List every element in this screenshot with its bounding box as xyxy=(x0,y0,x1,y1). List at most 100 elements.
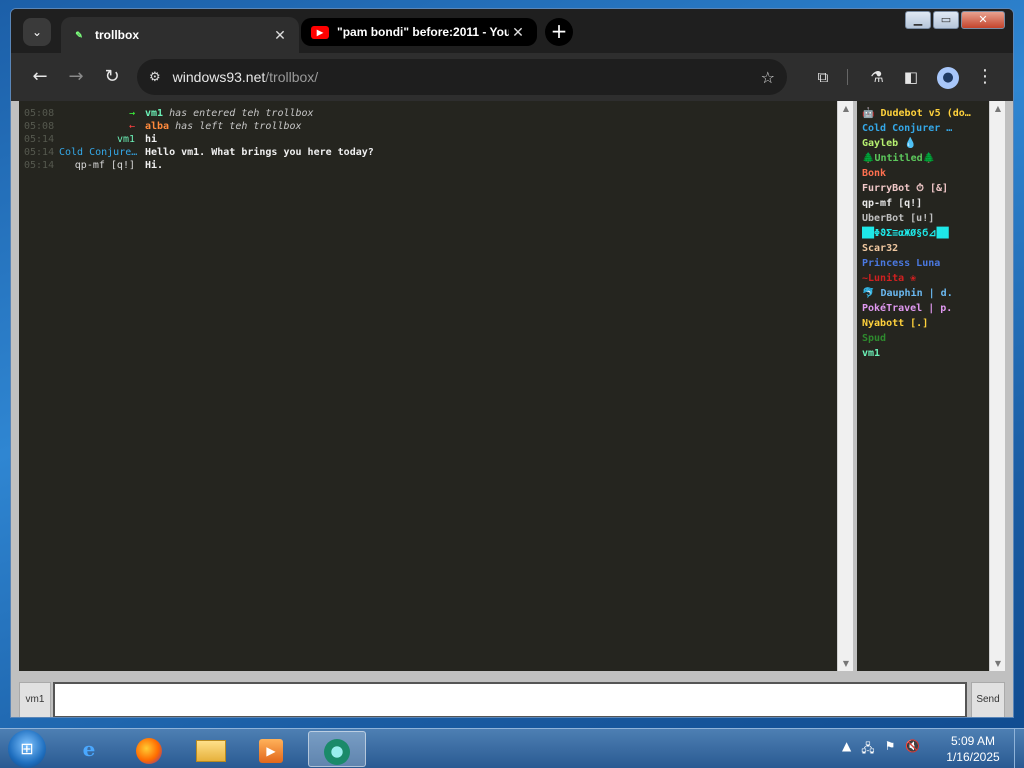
toolbar-divider xyxy=(847,69,848,85)
user-list-item[interactable]: PokéTravel | p. xyxy=(862,301,989,316)
labs-flask-icon[interactable]: ⚗ xyxy=(867,67,887,87)
send-button[interactable]: Send xyxy=(971,682,1005,717)
scroll-down-icon[interactable]: ▼ xyxy=(990,659,1006,668)
profile-avatar-icon[interactable]: ● xyxy=(937,67,959,89)
user-list-item[interactable]: ~Lunita ❀ xyxy=(862,271,989,286)
user-list-item[interactable]: qp-mf [q!] xyxy=(862,196,989,211)
minimize-button[interactable]: ▁ xyxy=(905,11,931,29)
firefox-icon[interactable] xyxy=(122,731,176,767)
tab-title: trollbox xyxy=(95,28,139,42)
address-bar[interactable]: ⚙ windows93.net/trollbox/ ☆ xyxy=(137,59,787,95)
message-nick[interactable]: qp-mf [q!] xyxy=(59,159,145,172)
internet-explorer-icon[interactable]: e xyxy=(62,731,116,767)
maximize-button[interactable]: ▭ xyxy=(933,11,959,29)
message-text: Hi. xyxy=(145,159,163,172)
start-button[interactable]: ⊞ xyxy=(8,730,46,768)
tab-search-button[interactable]: ⌄ xyxy=(23,18,51,46)
taskbar-clock[interactable]: 5:09 AM 1/16/2025 xyxy=(940,733,1006,765)
scroll-up-icon[interactable]: ▲ xyxy=(990,104,1006,113)
url-host: windows93.net xyxy=(172,69,266,85)
user-list-item[interactable]: Cold Conjurer … xyxy=(862,121,989,136)
message-text: vm1 has entered teh trollbox xyxy=(145,107,314,120)
tab-title: "pam bondi" before:2011 - You xyxy=(337,25,509,39)
clock-date: 1/16/2025 xyxy=(946,750,1000,764)
message-body: Hi. xyxy=(145,160,164,171)
message-time: 05:08 xyxy=(24,121,55,132)
file-explorer-icon[interactable] xyxy=(184,731,238,767)
close-window-button[interactable]: ✕ xyxy=(961,11,1005,29)
message-time: 05:14 xyxy=(24,134,55,145)
message-time: 05:14 xyxy=(24,147,55,158)
action-center-flag-icon[interactable]: ⚑ xyxy=(885,739,896,760)
chat-message: 05:14 qp-mf [q!] Hi. xyxy=(19,159,837,172)
message-body: has left teh trollbox xyxy=(169,121,302,132)
message-body: Hello vm1. What brings you here today? xyxy=(145,147,374,158)
user-list-item[interactable]: 🌲Untitled🌲 xyxy=(862,151,989,166)
more-menu-icon[interactable]: ⋮ xyxy=(975,67,995,87)
volume-muted-icon[interactable]: 🔇 xyxy=(905,739,920,760)
trollbox-favicon-icon: ✎ xyxy=(71,28,87,42)
scroll-up-icon[interactable]: ▲ xyxy=(838,104,854,113)
message-nick[interactable]: ← xyxy=(59,120,145,133)
chevron-down-icon: ⌄ xyxy=(31,25,43,39)
user-list-item[interactable]: Nyabott [.] xyxy=(862,316,989,331)
message-user[interactable]: alba xyxy=(145,121,169,132)
message-input[interactable] xyxy=(53,682,967,717)
user-list-item[interactable]: ██ΦϑΣ≡αЖØ§Ϭ⊿██ xyxy=(862,226,989,241)
back-button[interactable]: ← xyxy=(29,66,51,88)
site-info-icon[interactable]: ⚙ xyxy=(149,70,161,85)
chat-input-bar: vm1 Send xyxy=(19,679,1005,717)
url-text[interactable]: windows93.net/trollbox/ xyxy=(173,69,761,85)
message-body: has entered teh trollbox xyxy=(163,108,314,119)
window-controls: ▁ ▭ ✕ xyxy=(905,11,1005,29)
user-list-item[interactable]: Bonk xyxy=(862,166,989,181)
message-nick[interactable]: vm1 xyxy=(59,133,145,146)
user-list-item[interactable]: Gayleb 💧 xyxy=(862,136,989,151)
new-tab-button[interactable]: + xyxy=(545,18,573,46)
extensions-icon[interactable]: ⧉ xyxy=(813,67,833,87)
system-tray: ▲ 🖧 ⚑ 🔇 xyxy=(842,739,920,760)
forward-button[interactable]: → xyxy=(65,66,87,88)
close-icon[interactable]: ✕ xyxy=(509,24,527,41)
tab-youtube[interactable]: ▶ "pam bondi" before:2011 - You ✕ xyxy=(301,18,537,46)
youtube-favicon-icon: ▶ xyxy=(311,25,329,39)
chat-message: 05:14 vm1 hi xyxy=(19,133,837,146)
chat-scrollbar[interactable]: ▲ ▼ xyxy=(837,101,853,671)
show-desktop-button[interactable] xyxy=(1014,729,1024,768)
nickname-button[interactable]: vm1 xyxy=(19,682,51,717)
message-text: hi xyxy=(145,133,157,146)
message-time: 05:14 xyxy=(24,160,55,171)
user-list-item[interactable]: Princess Luna xyxy=(862,256,989,271)
reload-button[interactable]: ↻ xyxy=(101,66,123,88)
browser-window: ⌄ ✎ trollbox ✕ ▶ "pam bondi" before:2011… xyxy=(10,8,1014,718)
side-panel-icon[interactable]: ◧ xyxy=(901,67,921,87)
user-list-item[interactable]: UberBot [u!] xyxy=(862,211,989,226)
chat-message: 05:08 → vm1 has entered teh trollbox xyxy=(19,107,837,120)
message-text: Hello vm1. What brings you here today? xyxy=(145,146,374,159)
message-nick[interactable]: → xyxy=(59,107,145,120)
chrome-icon[interactable] xyxy=(308,731,366,767)
user-list-item[interactable]: FurryBot ⏱ [&] xyxy=(862,181,989,196)
user-list-scrollbar[interactable]: ▲ ▼ xyxy=(989,101,1005,671)
show-hidden-icons-icon[interactable]: ▲ xyxy=(842,739,851,760)
bookmark-star-icon[interactable]: ☆ xyxy=(761,68,775,87)
tab-trollbox[interactable]: ✎ trollbox ✕ xyxy=(61,17,299,53)
browser-toolbar: ← → ↻ ⚙ windows93.net/trollbox/ ☆ ⧉ ⚗ ◧ … xyxy=(11,53,1013,101)
close-icon[interactable]: ✕ xyxy=(271,27,289,44)
message-body: hi xyxy=(145,134,158,145)
user-list-item[interactable]: 🤖 Dudebot v5 (do… xyxy=(862,106,989,121)
user-list-item[interactable]: vm1 xyxy=(862,346,989,361)
message-user[interactable]: vm1 xyxy=(145,108,163,119)
user-list-item[interactable]: Scar32 xyxy=(862,241,989,256)
trollbox-page: 05:08 → vm1 has entered teh trollbox 05:08 ←… xyxy=(11,101,1013,717)
media-player-icon[interactable]: ▶ xyxy=(244,731,298,767)
scroll-down-icon[interactable]: ▼ xyxy=(838,659,854,668)
chat-log: 05:08 → vm1 has entered teh trollbox 05:08 ←… xyxy=(19,101,837,671)
message-text: alba has left teh trollbox xyxy=(145,120,302,133)
url-path: /trollbox/ xyxy=(265,69,319,85)
message-nick[interactable]: Cold Conjure… xyxy=(59,146,145,159)
user-list-item[interactable]: Spud xyxy=(862,331,989,346)
taskbar: ⊞ e ▶ ▲ 🖧 ⚑ 🔇 5:09 AM 1/16/2025 xyxy=(0,728,1024,768)
network-icon[interactable]: 🖧 xyxy=(861,739,874,760)
user-list-item[interactable]: 🐬 Dauphin | d. xyxy=(862,286,989,301)
